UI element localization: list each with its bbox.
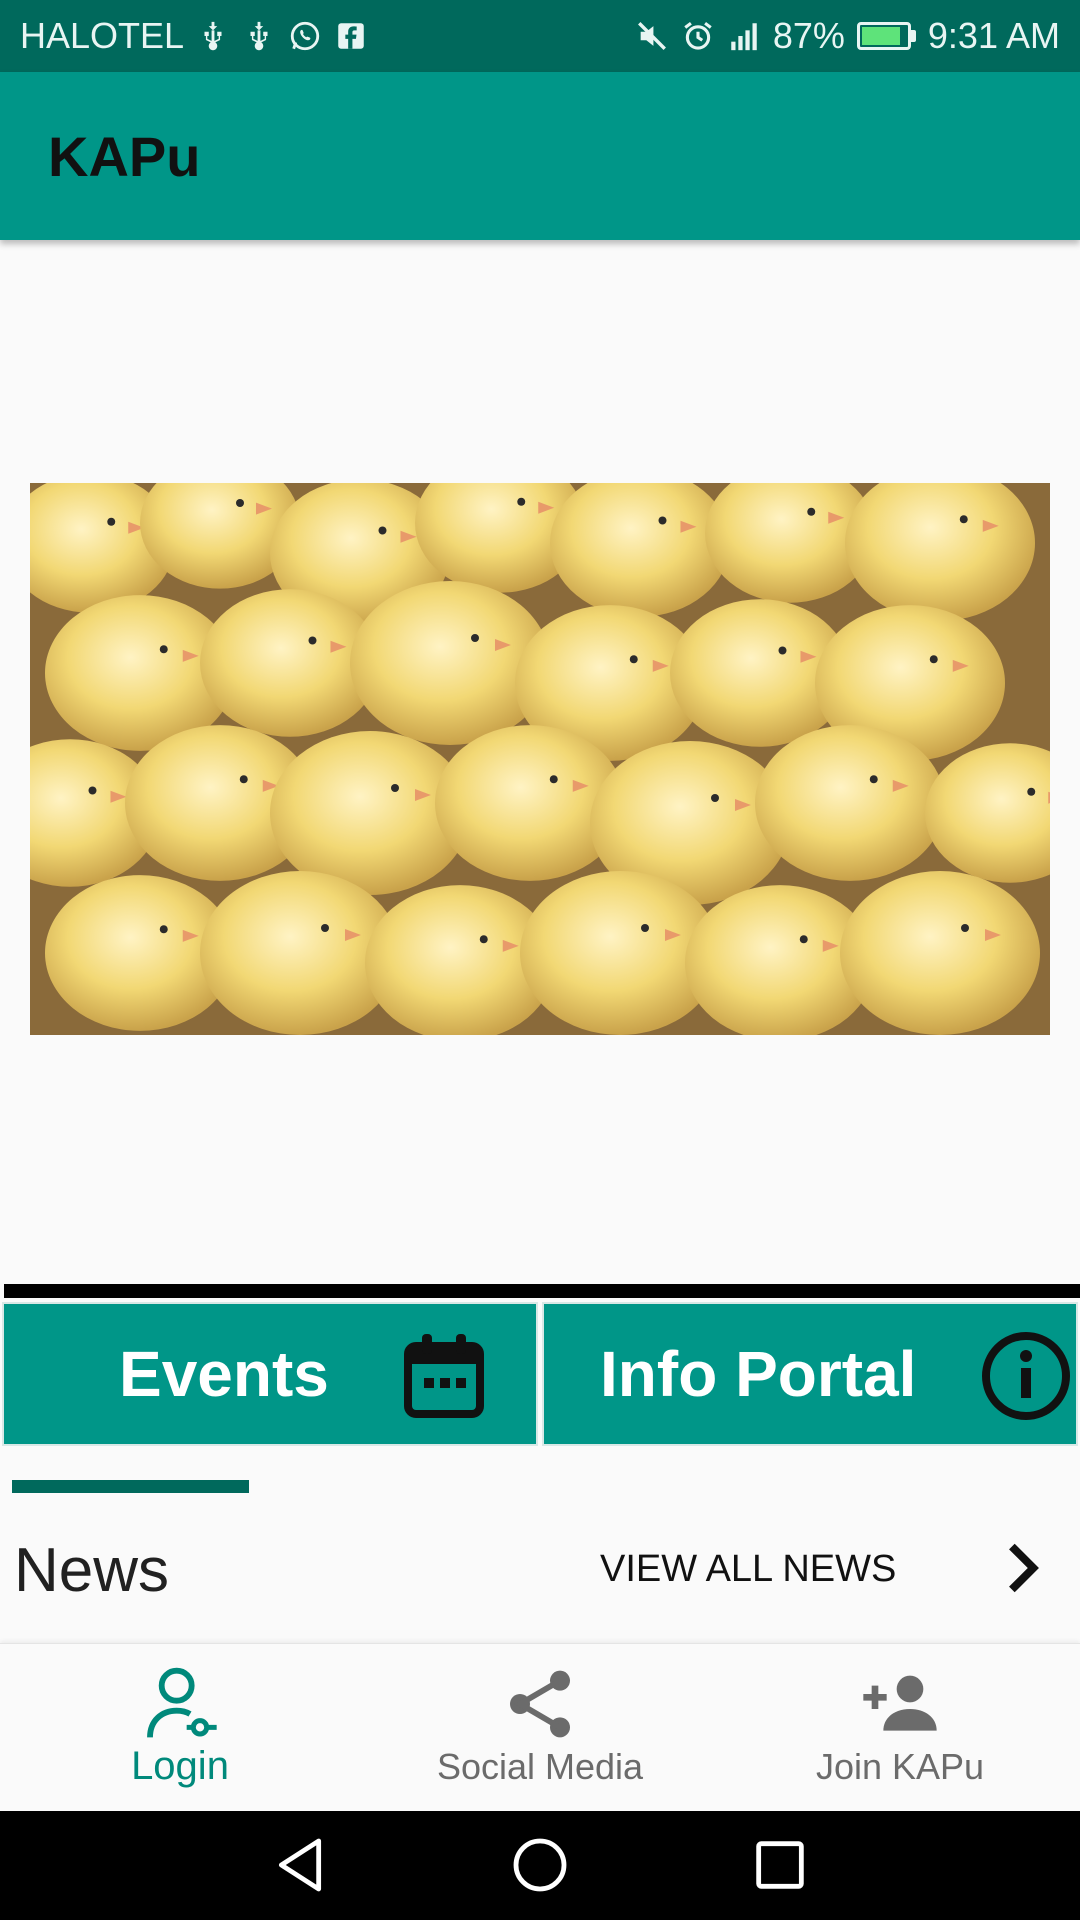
info-portal-label: Info Portal: [600, 1338, 917, 1410]
status-left: HALOTEL: [20, 15, 368, 57]
login-user-icon: [147, 1667, 217, 1738]
share-icon: [510, 1670, 570, 1738]
nav-login[interactable]: Login: [0, 1644, 360, 1812]
nav-social-media-label: Social Media: [436, 1746, 644, 1787]
clock: 9:31 AM: [927, 15, 1060, 56]
nav-social-media[interactable]: Social Media: [360, 1644, 720, 1812]
events-label: Events: [119, 1338, 329, 1410]
signal-icon: [731, 23, 757, 51]
nav-login-label: Login: [131, 1744, 229, 1788]
usb-icon: [204, 21, 222, 51]
status-bar: HALOTEL 87% 9:31 AM: [0, 0, 1080, 72]
carrier-name: HALOTEL: [20, 15, 185, 56]
news-title: News: [14, 1536, 170, 1605]
events-tile[interactable]: Events: [2, 1302, 538, 1446]
news-underline: [12, 1480, 249, 1493]
add-person-icon: [863, 1675, 937, 1731]
system-navigation-bar: [0, 1811, 1080, 1920]
info-portal-tile[interactable]: Info Portal: [542, 1302, 1078, 1446]
status-right: 87% 9:31 AM: [635, 15, 1060, 57]
recents-icon[interactable]: [748, 1833, 812, 1897]
home-icon[interactable]: [508, 1833, 572, 1897]
calendar-icon: [404, 1334, 484, 1418]
app-title: KAPu: [48, 124, 201, 188]
section-divider: [4, 1284, 1080, 1298]
chicks-photo: [30, 483, 1050, 1035]
alarm-icon: [684, 22, 712, 50]
app-bar: KAPu: [0, 72, 1080, 240]
app-screen: HALOTEL 87% 9:31 AM KAPu Events Info Por…: [0, 0, 1080, 1920]
view-all-news-link[interactable]: VIEW ALL NEWS: [600, 1548, 896, 1591]
info-icon: [982, 1332, 1070, 1420]
mute-icon: [637, 22, 666, 50]
nav-join-kapu[interactable]: Join KAPu: [720, 1644, 1080, 1812]
battery-percent: 87%: [772, 15, 845, 56]
chicks-illustration: [30, 483, 1050, 1035]
usb-icon: [250, 21, 268, 51]
nav-join-kapu-label: Join KAPu: [815, 1746, 985, 1787]
whatsapp-icon: [290, 21, 320, 51]
battery-charging-icon: [856, 22, 916, 50]
back-icon[interactable]: [268, 1833, 332, 1897]
chevron-right-icon[interactable]: [996, 1540, 1052, 1596]
bottom-navigation: Login Social Media Join KAPu: [0, 1643, 1080, 1811]
facebook-icon: [338, 23, 364, 49]
